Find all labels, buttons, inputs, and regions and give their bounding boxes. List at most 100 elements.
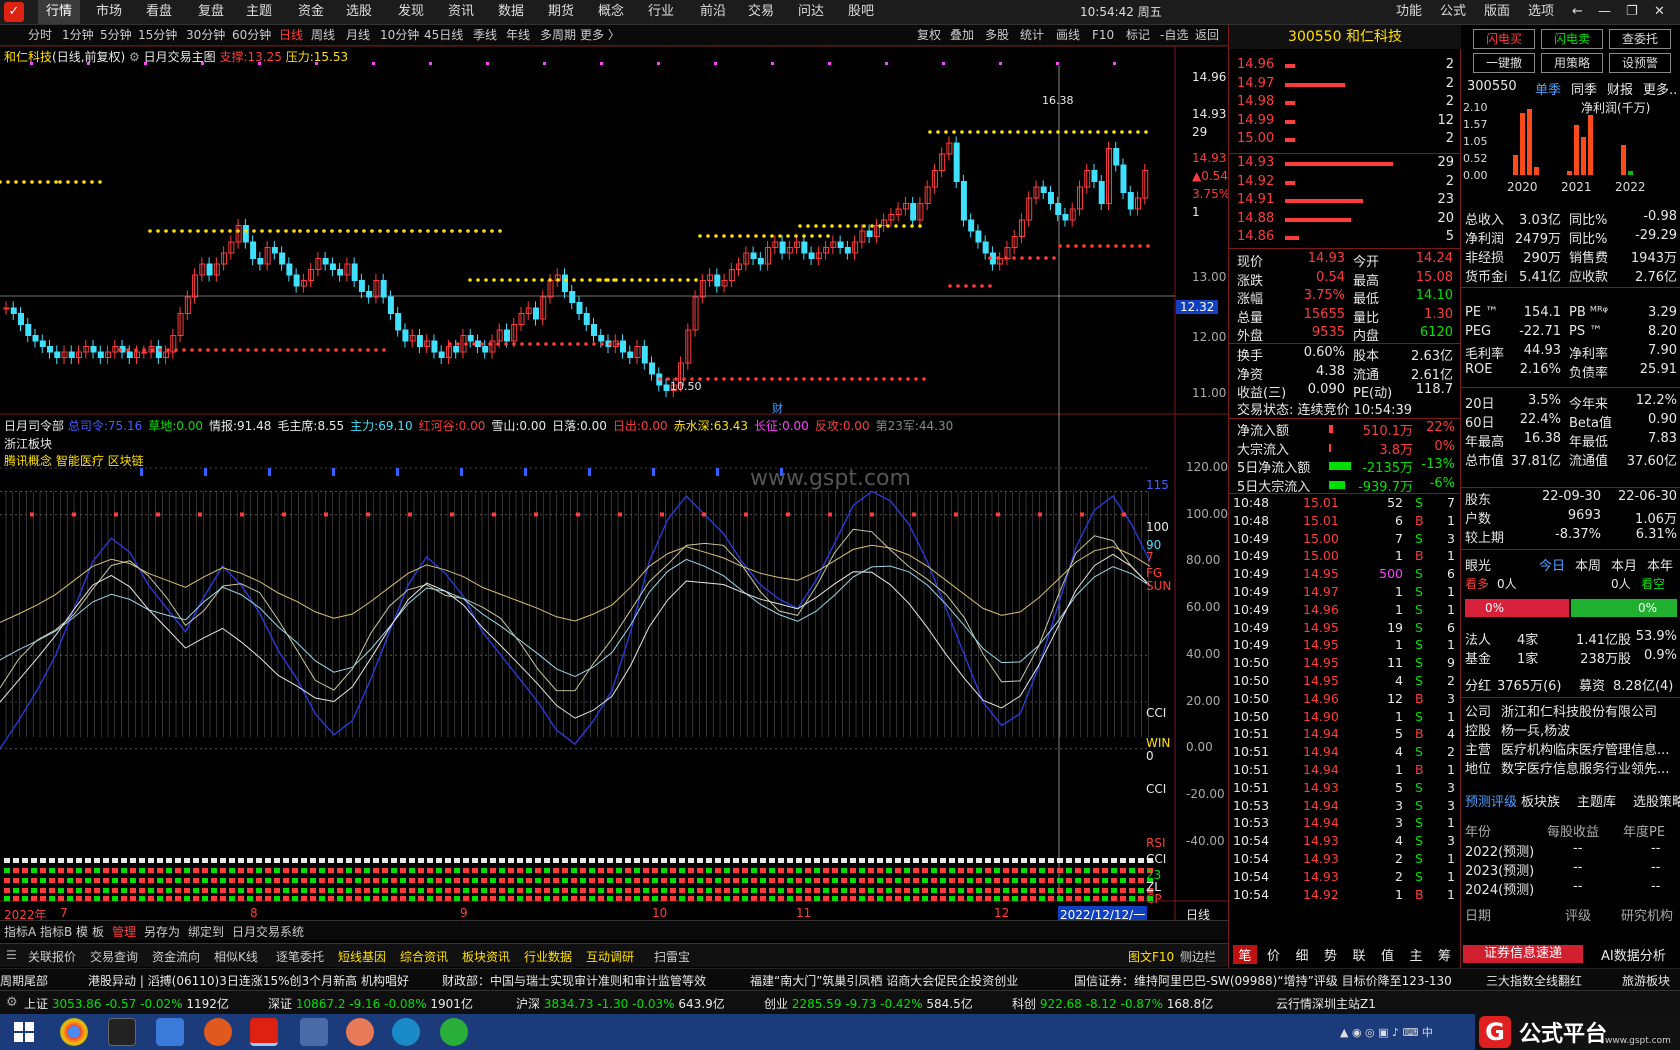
index-item-2[interactable]: 沪深 3834.73 -1.30 -0.03% 643.9亿	[516, 995, 725, 1012]
bottom-tab-7[interactable]: 日月交易系统	[232, 923, 304, 940]
app-v-icon[interactable]	[392, 1018, 420, 1046]
period-tab-5[interactable]: 60分钟	[232, 25, 271, 45]
f10-tab-3[interactable]: 更多..	[1643, 79, 1677, 98]
tool-0[interactable]: 复权	[917, 25, 941, 45]
func-tab-8[interactable]: 行业数据	[524, 948, 572, 965]
menu-right-2[interactable]: 版面	[1484, 0, 1510, 24]
menu-item-11[interactable]: 概念	[590, 0, 632, 24]
bottom-tab-1[interactable]: 指标B	[40, 923, 72, 940]
sector-label[interactable]: 浙江板块	[4, 435, 52, 452]
tonghuashun-icon[interactable]	[250, 1018, 278, 1046]
tool-1[interactable]: 叠加	[950, 25, 974, 45]
forecast-tab-2[interactable]: 主题库	[1577, 791, 1616, 810]
ask-price-1[interactable]: 14.97	[1237, 76, 1274, 91]
quote-tab-2[interactable]: 细	[1290, 945, 1314, 964]
forecast-tab-1[interactable]: 板块族	[1521, 791, 1560, 810]
period-tab-9[interactable]: 10分钟	[380, 25, 419, 45]
func-tab-9[interactable]: 互动调研	[586, 948, 634, 965]
trade-btn-5[interactable]: 设预警	[1609, 53, 1671, 73]
wechat-icon[interactable]	[440, 1018, 468, 1046]
func-tab-3[interactable]: 相似K线	[214, 948, 258, 965]
period-tab-10[interactable]: 45日线	[424, 25, 463, 45]
status-gear-icon[interactable]: ⚙	[6, 995, 18, 1010]
f10-btn-0[interactable]: 证券信息速递	[1463, 945, 1583, 963]
func-tab-0[interactable]: 关联报价	[28, 948, 76, 965]
menu-item-0[interactable]: 行情	[38, 0, 81, 24]
quote-tab-6[interactable]: 主	[1404, 945, 1428, 964]
vision-tab-0[interactable]: 今日	[1539, 555, 1565, 574]
quote-tab-5[interactable]: 值	[1376, 945, 1400, 964]
trade-btn-2[interactable]: 查委托	[1609, 29, 1671, 49]
period-tab-1[interactable]: 1分钟	[62, 25, 94, 45]
index-item-1[interactable]: 深证 10867.2 -9.16 -0.08% 1901亿	[268, 995, 473, 1012]
vision-bar-left[interactable]: 0%	[1465, 599, 1569, 617]
bottom-tab-4[interactable]: 管理	[112, 923, 136, 940]
vision-tab-3[interactable]: 本年	[1647, 555, 1673, 574]
bid-price-4[interactable]: 14.86	[1237, 229, 1274, 244]
tool-8[interactable]: 返回	[1195, 25, 1219, 45]
tool-6[interactable]: 标记	[1126, 25, 1150, 45]
period-tab-2[interactable]: 5分钟	[100, 25, 132, 45]
windows-start-icon[interactable]	[14, 1022, 34, 1042]
app-circle-icon[interactable]	[346, 1018, 374, 1046]
vision-tab-1[interactable]: 本周	[1575, 555, 1601, 574]
ask-price-3[interactable]: 14.99	[1237, 113, 1274, 128]
quote-tab-0[interactable]: 笔	[1233, 945, 1257, 964]
menu-item-9[interactable]: 数据	[490, 0, 532, 24]
period-tab-0[interactable]: 分时	[28, 25, 52, 45]
menu-item-1[interactable]: 市场	[88, 0, 130, 24]
bottom-tab-0[interactable]: 指标A	[4, 923, 36, 940]
minimize-icon[interactable]: —	[1598, 0, 1611, 24]
period-tab-7[interactable]: 周线	[311, 25, 335, 45]
index-item-0[interactable]: 上证 3053.86 -0.57 -0.02% 1192亿	[24, 995, 229, 1012]
menu-right-0[interactable]: 功能	[1396, 0, 1422, 24]
news-item-0[interactable]: 周期尾部	[0, 972, 48, 989]
menu-item-5[interactable]: 资金	[290, 0, 332, 24]
period-tab-4[interactable]: 30分钟	[186, 25, 225, 45]
func-right-0[interactable]: 图文F10	[1128, 948, 1174, 965]
period-tab-6[interactable]: 日线	[279, 25, 303, 45]
ask-price-0[interactable]: 14.96	[1237, 57, 1274, 72]
menu-right-3[interactable]: 选项	[1528, 0, 1554, 24]
period-tab-11[interactable]: 季线	[473, 25, 497, 45]
quote-tab-7[interactable]: 筹	[1433, 945, 1457, 964]
func-tab-1[interactable]: 交易查询	[90, 948, 138, 965]
news-item-2[interactable]: 财政部：中国与瑞士实现审计准则和审计监管等效	[442, 972, 706, 989]
func-tab-4[interactable]: 逐笔委托	[276, 948, 324, 965]
trade-btn-3[interactable]: 一键撤	[1473, 53, 1535, 73]
f10-tab-0[interactable]: 单季	[1535, 79, 1561, 98]
sub-indicator-name[interactable]: 日月司令部	[4, 419, 68, 433]
forecast-tab-0[interactable]: 预测评级	[1465, 791, 1517, 810]
bottom-tab-6[interactable]: 绑定到	[188, 923, 224, 940]
quote-tab-1[interactable]: 价	[1262, 945, 1286, 964]
bid-price-2[interactable]: 14.91	[1237, 192, 1274, 207]
ask-price-4[interactable]: 15.00	[1237, 131, 1274, 146]
restore-icon[interactable]: ❐	[1626, 0, 1638, 24]
indicator-gear-icon[interactable]: ⚙	[129, 50, 140, 64]
bid-price-1[interactable]: 14.92	[1237, 174, 1274, 189]
tool-3[interactable]: 统计	[1020, 25, 1044, 45]
news-item-1[interactable]: 港股异动 | 滔搏(06110)3日连涨15%创3个月新高 机构唱好	[88, 972, 409, 989]
func-tab-7[interactable]: 板块资讯	[462, 948, 510, 965]
menu-item-2[interactable]: 看盘	[138, 0, 180, 24]
file-explorer-icon[interactable]	[156, 1018, 184, 1046]
app-orange-icon[interactable]	[204, 1018, 232, 1046]
func-tab-5[interactable]: 短线基因	[338, 948, 386, 965]
menu-item-12[interactable]: 行业	[640, 0, 682, 24]
func-tab-10[interactable]: 扫雷宝	[654, 948, 690, 965]
menu-right-1[interactable]: 公式	[1440, 0, 1466, 24]
period-tab-13[interactable]: 多周期	[540, 25, 576, 45]
menu-item-16[interactable]: 股吧	[840, 0, 882, 24]
kline-chart-svg[interactable]	[0, 46, 1228, 920]
bid-price-3[interactable]: 14.88	[1237, 211, 1274, 226]
func-menu-icon[interactable]: ☰	[6, 948, 17, 962]
bottom-tab-2[interactable]: 模	[76, 923, 88, 940]
menu-item-8[interactable]: 资讯	[440, 0, 482, 24]
terminal-icon[interactable]	[108, 1018, 136, 1046]
func-right-1[interactable]: 侧边栏	[1180, 948, 1216, 965]
bottom-tab-3[interactable]: 板	[92, 923, 104, 940]
tool-4[interactable]: 画线	[1056, 25, 1080, 45]
func-tab-2[interactable]: 资金流向	[152, 948, 200, 965]
period-tab-3[interactable]: 15分钟	[138, 25, 177, 45]
menu-item-15[interactable]: 问达	[790, 0, 832, 24]
